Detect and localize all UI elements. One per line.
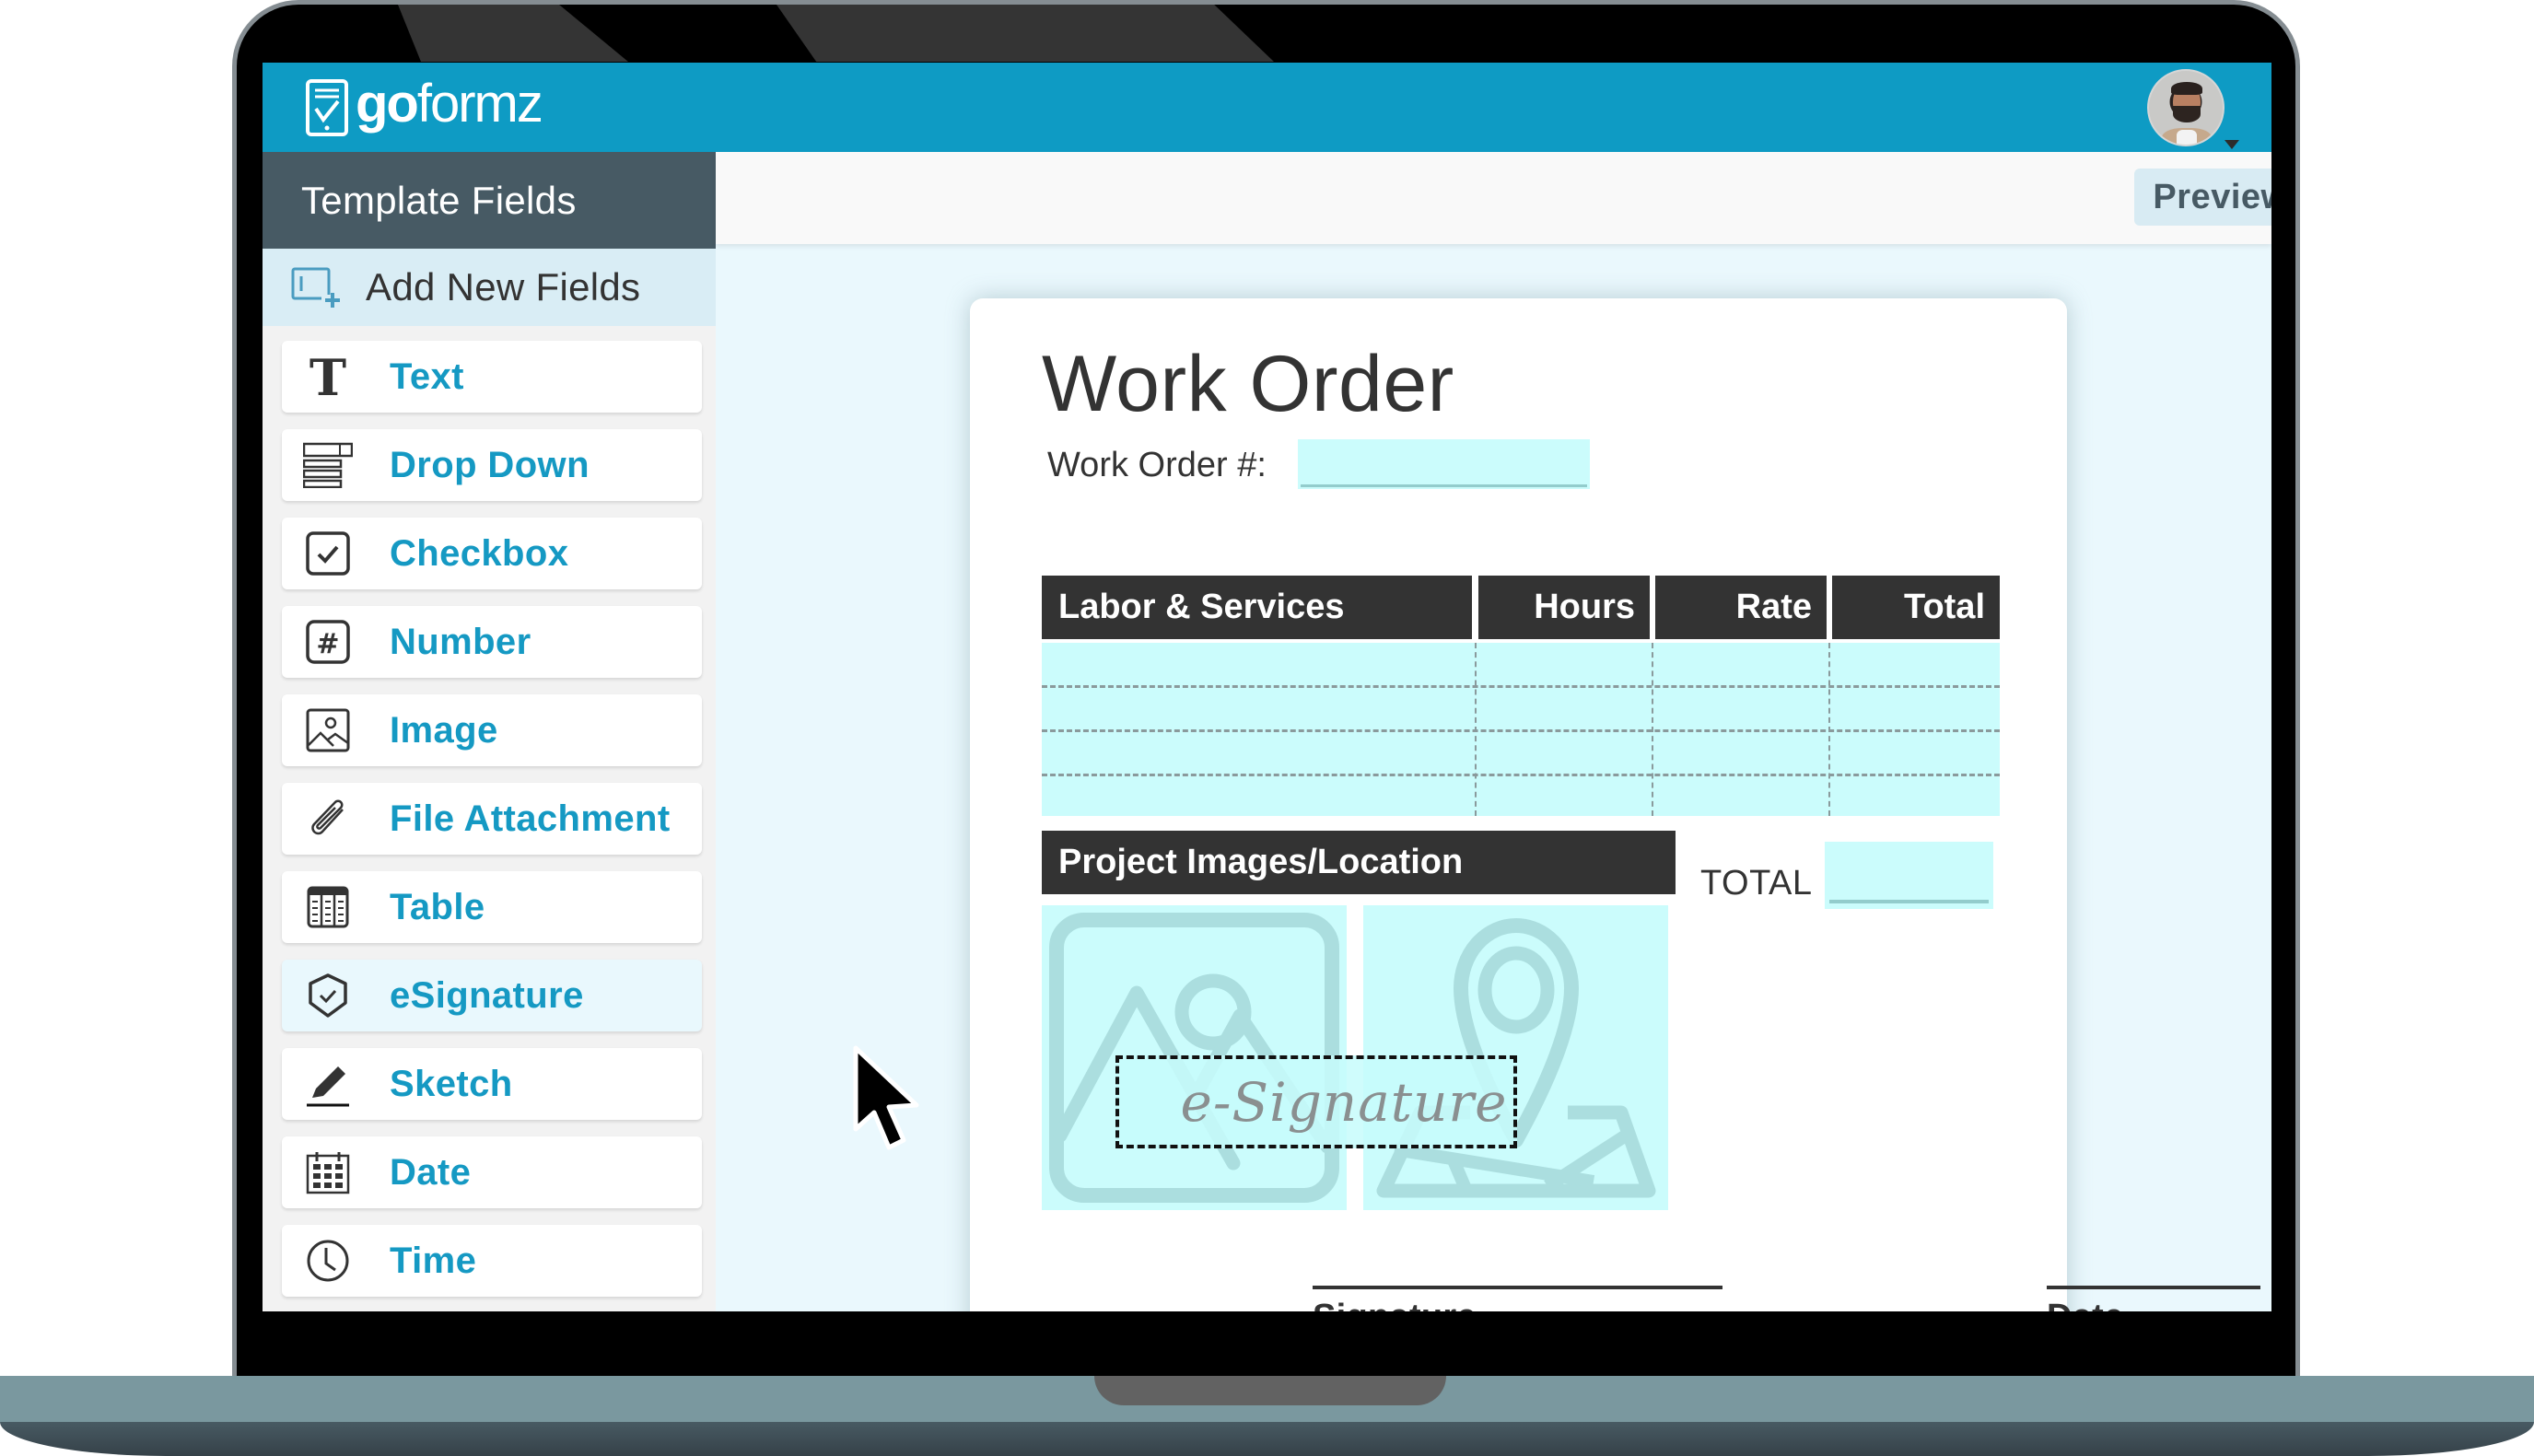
tablet-check-icon — [306, 79, 348, 136]
row-divider — [1042, 729, 2000, 732]
sidebar-title: Template Fields — [263, 152, 716, 249]
clock-icon — [302, 1235, 354, 1287]
dropdown-icon — [302, 439, 354, 491]
image-icon — [302, 705, 354, 756]
add-field-icon — [291, 267, 340, 308]
form-document: Work Order Work Order #: Labor & Service… — [970, 298, 2260, 1311]
svg-text:#: # — [316, 628, 339, 660]
column-divider — [1828, 643, 1830, 816]
row-divider — [1042, 685, 2000, 688]
field-item-label: Time — [390, 1240, 477, 1281]
laptop-hinge-notch — [1094, 1376, 1446, 1405]
logo-wordmark: goformz — [356, 74, 543, 134]
svg-text:T: T — [309, 354, 346, 400]
field-item-label: Drop Down — [390, 444, 590, 485]
signature-line[interactable] — [1313, 1286, 1722, 1289]
column-divider — [1475, 643, 1477, 816]
mouse-cursor-icon — [853, 1045, 919, 1150]
field-item-label: File Attachment — [390, 798, 671, 839]
project-images-location-header: Project Images/Location — [1042, 831, 1676, 894]
field-item-table[interactable]: Table — [282, 871, 702, 943]
pencil-icon — [302, 1058, 354, 1110]
total-field[interactable] — [1825, 842, 1993, 909]
app-screen: goformz Template Fields Add New Fields T… — [263, 63, 2271, 1311]
column-header-total: Total — [1832, 576, 2000, 639]
paperclip-icon — [302, 793, 354, 844]
field-item-sketch[interactable]: Sketch — [282, 1048, 702, 1120]
field-item-date[interactable]: Date — [282, 1136, 702, 1208]
field-item-file-attachment[interactable]: File Attachment — [282, 783, 702, 855]
preview-button[interactable]: Preview — [2134, 169, 2271, 226]
add-new-fields-label: Add New Fields — [366, 265, 641, 309]
esignature-drag-ghost[interactable]: e-Signature — [1115, 1055, 1517, 1148]
logo-light: formz — [416, 74, 543, 134]
field-item-number[interactable]: # Number — [282, 606, 702, 678]
template-fields-sidebar: Template Fields Add New Fields T Text Dr… — [263, 152, 716, 1311]
chevron-down-icon[interactable] — [2225, 140, 2239, 149]
work-order-number-field[interactable] — [1298, 439, 1590, 489]
column-divider — [1652, 643, 1653, 816]
field-item-drop-down[interactable]: Drop Down — [282, 429, 702, 501]
text-icon: T — [302, 351, 354, 402]
date-label: Date — [2047, 1298, 2124, 1311]
field-item-time[interactable]: Time — [282, 1225, 702, 1297]
editor-toolbar: Preview Publish — [716, 152, 2271, 244]
field-item-label: Image — [390, 709, 498, 751]
field-item-image[interactable]: Image — [282, 694, 702, 766]
calendar-icon — [302, 1147, 354, 1198]
document-title: Work Order — [1042, 340, 1454, 428]
number-icon: # — [302, 616, 354, 668]
add-new-fields-header[interactable]: Add New Fields — [263, 249, 716, 326]
column-header-hours: Hours — [1478, 576, 1650, 639]
checkbox-icon — [302, 528, 354, 579]
total-label: TOTAL — [1700, 864, 1813, 903]
table-icon — [302, 881, 354, 933]
table-body[interactable] — [1042, 643, 2000, 816]
field-item-checkbox[interactable]: Checkbox — [282, 518, 702, 589]
app-header: goformz — [263, 63, 2271, 152]
field-item-label: Date — [390, 1151, 472, 1193]
field-item-label: Table — [390, 886, 485, 927]
field-item-text[interactable]: T Text — [282, 341, 702, 413]
laptop-base-bottom — [0, 1422, 2534, 1456]
user-avatar[interactable] — [2147, 69, 2225, 146]
column-header-labor-services: Labor & Services — [1042, 576, 1472, 639]
column-header-rate: Rate — [1655, 576, 1827, 639]
work-order-number-label: Work Order #: — [1047, 446, 1267, 484]
goformz-logo[interactable]: goformz — [306, 74, 543, 136]
row-divider — [1042, 774, 2000, 776]
field-item-esignature[interactable]: eSignature — [282, 960, 702, 1031]
signature-label: Signature — [1313, 1298, 1477, 1311]
field-item-label: Checkbox — [390, 532, 569, 574]
logo-bold: go — [356, 74, 419, 134]
field-item-label: Number — [390, 621, 531, 662]
screen-glare — [777, 5, 1274, 62]
field-item-label: eSignature — [390, 974, 584, 1016]
field-item-label: Sketch — [390, 1063, 513, 1104]
drag-ghost-label: e-Signature — [1180, 1070, 1508, 1134]
shield-check-icon — [302, 970, 354, 1021]
field-item-label: Text — [390, 355, 464, 397]
date-line[interactable] — [2047, 1286, 2260, 1289]
